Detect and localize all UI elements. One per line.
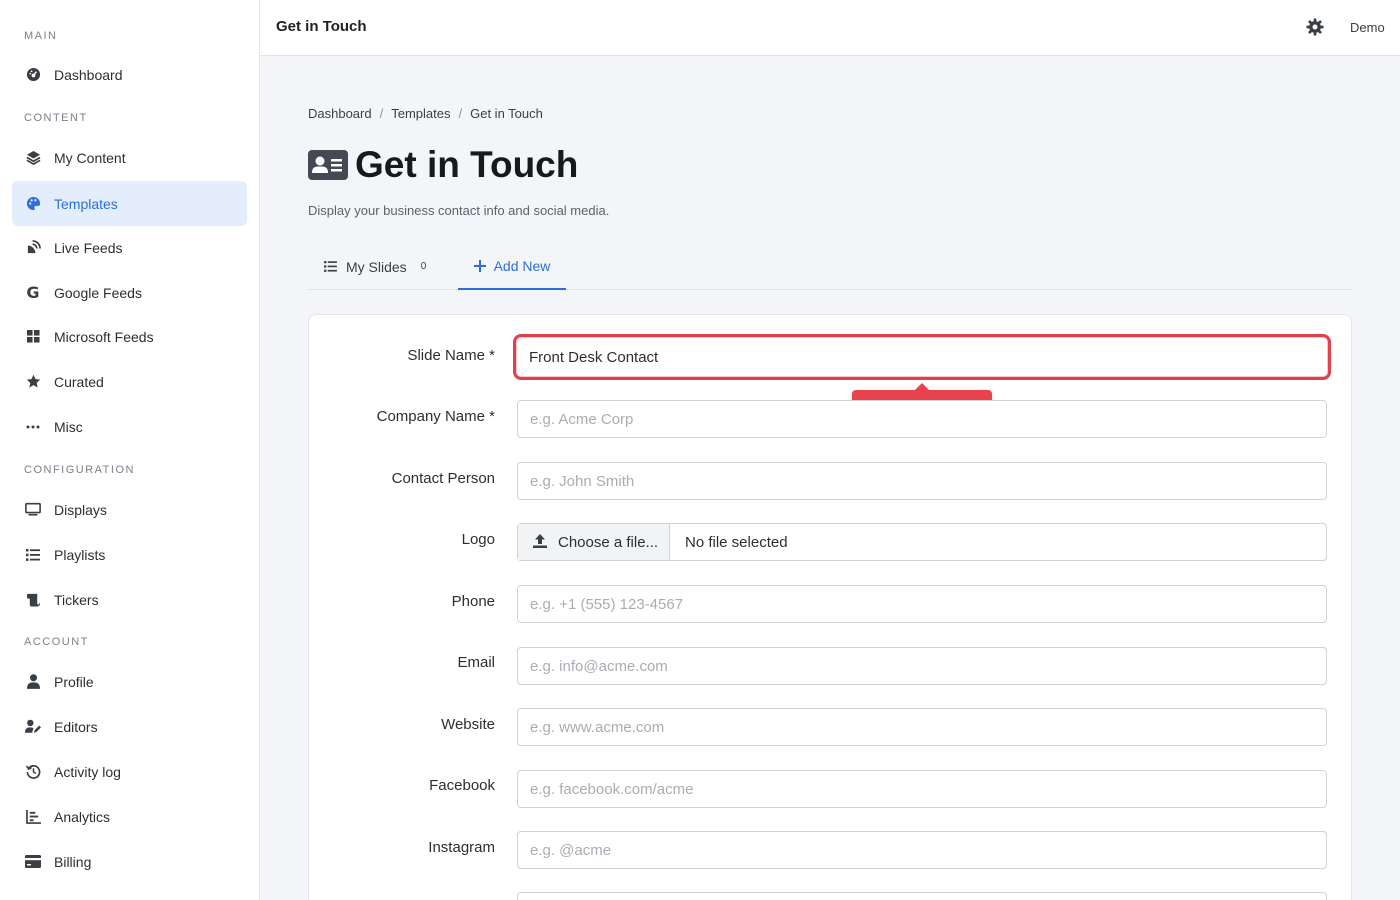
- satellite-dish-icon: [25, 240, 41, 256]
- sidebar-item-label: Profile: [54, 673, 94, 690]
- slide-count-badge: 0: [420, 261, 427, 272]
- contact-person-input[interactable]: [517, 462, 1327, 500]
- breadcrumb: Dashboard / Templates / Get in Touch: [308, 106, 543, 121]
- section-title-main: MAIN: [24, 30, 58, 42]
- section-title-account: ACCOUNT: [24, 636, 89, 648]
- breadcrumb-templates[interactable]: Templates: [391, 106, 450, 121]
- page-title: Get in Touch: [355, 144, 579, 185]
- breadcrumb-separator: /: [379, 106, 384, 121]
- slide-name-input[interactable]: [513, 334, 1331, 380]
- sidebar-item-label: Editors: [54, 718, 98, 735]
- sidebar-item-label: Playlists: [54, 546, 106, 563]
- palette-icon: [25, 196, 41, 212]
- user-edit-icon: [25, 719, 41, 735]
- breadcrumb-dashboard[interactable]: Dashboard: [308, 106, 372, 121]
- instagram-input[interactable]: [517, 831, 1327, 869]
- sidebar-item-my-content[interactable]: My Content: [12, 135, 247, 180]
- sidebar-item-billing[interactable]: Billing: [12, 839, 247, 884]
- sidebar-item-label: Tickers: [54, 591, 99, 608]
- sidebar-item-tickers[interactable]: Tickers: [12, 577, 247, 622]
- sidebar-item-label: Microsoft Feeds: [54, 328, 154, 345]
- google-icon: G: [26, 283, 40, 302]
- sidebar-item-label: Dashboard: [54, 66, 123, 83]
- slide-name-label: Slide Name *: [407, 347, 495, 364]
- email-label: Email: [457, 654, 495, 671]
- sidebar-item-playlists[interactable]: Playlists: [12, 532, 247, 577]
- logo-label: Logo: [461, 531, 495, 548]
- sidebar: MAIN Dashboard CONTENT My Content Templa…: [0, 0, 260, 900]
- scroll-icon: [25, 592, 41, 608]
- website-input[interactable]: [517, 708, 1327, 746]
- tab-bar: My Slides 0 Add New: [308, 244, 1352, 290]
- sidebar-item-label: Billing: [54, 853, 92, 870]
- list-icon: [324, 261, 337, 272]
- company-name-input[interactable]: [517, 400, 1327, 438]
- sidebar-item-curated[interactable]: Curated: [12, 359, 247, 404]
- sidebar-item-google-feeds[interactable]: G Google Feeds: [12, 270, 247, 315]
- ellipsis-icon: [25, 419, 41, 435]
- list-icon: [25, 547, 41, 563]
- sidebar-item-label: My Content: [54, 149, 126, 166]
- page-description: Display your business contact info and s…: [308, 203, 610, 218]
- sidebar-item-profile[interactable]: Profile: [12, 659, 247, 704]
- sidebar-item-label: Displays: [54, 501, 107, 518]
- gear-icon[interactable]: [1306, 18, 1326, 38]
- choose-file-label: Choose a file...: [558, 533, 659, 551]
- sidebar-item-label: Google Feeds: [54, 284, 142, 301]
- user-menu[interactable]: Demo: [1350, 20, 1385, 35]
- user-icon: [25, 674, 41, 690]
- logo-file-input[interactable]: Choose a file... No file selected: [517, 523, 1327, 561]
- sidebar-item-label: Misc: [54, 418, 83, 435]
- bar-chart-icon: [25, 809, 41, 825]
- facebook-label: Facebook: [429, 777, 495, 794]
- contact-person-label: Contact Person: [391, 470, 495, 487]
- sidebar-item-analytics[interactable]: Analytics: [12, 794, 247, 839]
- section-title-content: CONTENT: [24, 112, 88, 124]
- sidebar-item-label: Live Feeds: [54, 239, 123, 256]
- top-bar: Get in Touch Demo: [260, 0, 1400, 56]
- sidebar-item-label: Activity log: [54, 763, 121, 780]
- breadcrumb-separator: /: [458, 106, 463, 121]
- sidebar-item-activity-log[interactable]: Activity log: [12, 749, 247, 794]
- monitor-icon: [25, 502, 41, 518]
- sidebar-item-microsoft-feeds[interactable]: Microsoft Feeds: [12, 314, 247, 359]
- upload-icon: [532, 533, 550, 551]
- plus-icon: [473, 260, 486, 272]
- sidebar-item-label: Curated: [54, 373, 104, 390]
- company-name-label: Company Name *: [376, 408, 495, 425]
- star-icon: [25, 374, 41, 390]
- breadcrumb-current: Get in Touch: [470, 106, 543, 121]
- sidebar-item-label: Analytics: [54, 808, 111, 825]
- topbar-title: Get in Touch: [276, 18, 367, 35]
- next-field-input[interactable]: [517, 892, 1327, 900]
- tab-add-new[interactable]: Add New: [458, 244, 566, 290]
- layers-icon: [25, 150, 41, 166]
- facebook-input[interactable]: [517, 770, 1327, 808]
- choose-file-button[interactable]: Choose a file...: [518, 524, 670, 560]
- phone-label: Phone: [451, 593, 495, 610]
- sidebar-item-live-feeds[interactable]: Live Feeds: [12, 225, 247, 270]
- website-label: Website: [441, 716, 495, 733]
- tab-label: Add New: [493, 258, 551, 274]
- email-input[interactable]: [517, 647, 1327, 685]
- contact-card-icon: [308, 150, 348, 180]
- history-icon: [25, 764, 41, 780]
- instagram-label: Instagram: [428, 839, 495, 856]
- file-status: No file selected: [685, 533, 788, 551]
- microsoft-icon: [25, 329, 41, 345]
- gauge-icon: [25, 67, 41, 83]
- sidebar-item-displays[interactable]: Displays: [12, 487, 247, 532]
- sidebar-item-templates[interactable]: Templates: [12, 181, 247, 226]
- sidebar-item-misc[interactable]: Misc: [12, 404, 247, 449]
- sidebar-item-dashboard[interactable]: Dashboard: [12, 52, 247, 97]
- sidebar-item-editors[interactable]: Editors: [12, 704, 247, 749]
- tab-my-slides[interactable]: My Slides 0: [324, 244, 426, 289]
- credit-card-icon: [25, 854, 41, 870]
- tab-label: My Slides: [346, 258, 407, 275]
- sidebar-item-label: Templates: [54, 195, 118, 212]
- phone-input[interactable]: [517, 585, 1327, 623]
- section-title-configuration: CONFIGURATION: [24, 464, 135, 476]
